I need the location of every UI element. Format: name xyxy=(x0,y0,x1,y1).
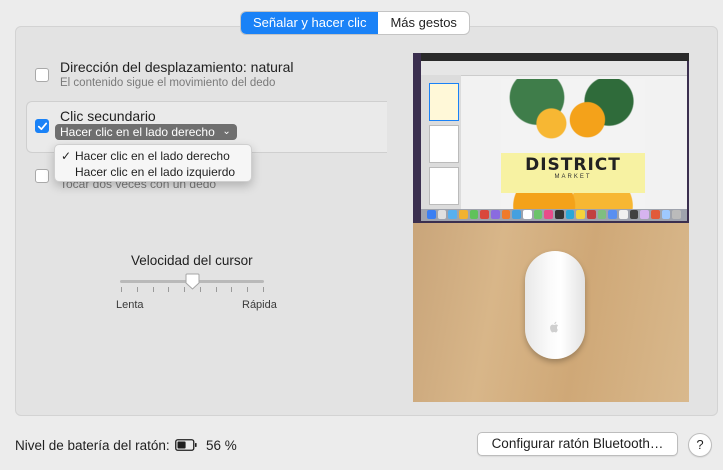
scroll-direction-title: Dirección del desplazamiento: natural xyxy=(60,59,294,75)
menu-item-label: Hacer clic en el lado derecho xyxy=(75,149,230,163)
dock-app-icon xyxy=(501,210,511,219)
tab-more-gestures[interactable]: Más gestos xyxy=(378,12,468,34)
dock-app-icon xyxy=(608,210,618,219)
cursor-speed-title: Velocidad del cursor xyxy=(131,253,253,268)
thumbnail-page xyxy=(429,83,459,121)
popup-selected-value: Hacer clic en el lado derecho xyxy=(60,125,215,139)
dock-app-icon xyxy=(555,210,564,219)
slider-tick xyxy=(263,287,264,292)
poster-band: DISTRICT MARKET xyxy=(501,153,645,193)
tab-bar: Señalar y hacer clic Más gestos xyxy=(241,12,469,34)
slider-tick xyxy=(247,287,248,292)
checkmark-icon xyxy=(37,122,48,131)
menu-item-left-click[interactable]: Hacer clic en el lado izquierdo xyxy=(55,164,251,180)
slider-tick xyxy=(216,287,217,292)
preview-desk xyxy=(413,223,689,402)
slider-tick xyxy=(231,287,232,292)
setup-bluetooth-mouse-button[interactable]: Configurar ratón Bluetooth… xyxy=(477,432,678,456)
dock-app-icon xyxy=(576,210,586,219)
poster-title: DISTRICT xyxy=(525,155,621,175)
dock-app-icon xyxy=(469,210,479,219)
battery-label: Nivel de batería del ratón: xyxy=(15,438,170,453)
dock-app-icon xyxy=(448,210,458,219)
smart-zoom-checkbox[interactable] xyxy=(35,169,49,183)
dock-app-icon xyxy=(587,210,596,219)
thumbnail-page xyxy=(429,125,459,163)
dock-app-icon xyxy=(640,210,650,219)
dock-app-icon xyxy=(523,210,532,219)
dock-app-icon xyxy=(661,210,671,219)
dock-app-icon xyxy=(544,210,554,219)
dock-app-icon xyxy=(565,210,575,219)
dock-app-icon xyxy=(672,210,682,219)
poster-image xyxy=(501,79,645,153)
dock-app-icon xyxy=(629,210,639,219)
slider-min-label: Lenta xyxy=(116,299,144,311)
preview-screen: DISTRICT MARKET xyxy=(413,53,689,223)
cursor-speed-thumb[interactable] xyxy=(185,273,200,290)
menu-item-label: Hacer clic en el lado izquierdo xyxy=(75,165,236,179)
secondary-click-menu: ✓ Hacer clic en el lado derecho Hacer cl… xyxy=(54,144,252,182)
dock-app-icon xyxy=(459,210,468,219)
preview-menubar xyxy=(421,53,689,61)
thumbnail-page xyxy=(429,167,459,205)
dock-app-icon xyxy=(491,210,500,219)
scroll-direction-checkbox[interactable] xyxy=(35,68,49,82)
help-button[interactable]: ? xyxy=(688,433,712,457)
dock-app-icon xyxy=(427,210,436,219)
apple-logo-icon xyxy=(550,321,559,333)
secondary-click-checkbox[interactable] xyxy=(35,119,49,133)
tab-point-and-click[interactable]: Señalar y hacer clic xyxy=(241,12,379,34)
dock-app-icon xyxy=(651,210,660,219)
scroll-direction-subtitle: El contenido sigue el movimiento del ded… xyxy=(60,77,276,89)
preview-poster: DISTRICT MARKET xyxy=(501,79,645,209)
gesture-preview: DISTRICT MARKET xyxy=(413,53,689,402)
slider-tick xyxy=(137,287,138,292)
preview-thumbnails xyxy=(421,75,461,209)
chevron-down-icon: ⌄ xyxy=(222,126,231,137)
checkmark-icon: ✓ xyxy=(61,149,72,163)
preview-dock xyxy=(421,209,687,221)
slider-tick xyxy=(153,287,154,292)
dock-app-icon xyxy=(480,210,490,219)
preview-toolbar xyxy=(421,61,687,76)
slider-max-label: Rápida xyxy=(242,299,277,311)
dock-app-icon xyxy=(533,210,543,219)
poster-subtitle: MARKET xyxy=(554,174,592,180)
preview-window: DISTRICT MARKET xyxy=(421,61,687,209)
battery-icon xyxy=(175,439,197,451)
dock-app-icon xyxy=(597,210,607,219)
battery-value: 56 % xyxy=(206,438,237,453)
menu-item-right-click[interactable]: ✓ Hacer clic en el lado derecho xyxy=(55,148,251,164)
dock-app-icon xyxy=(619,210,628,219)
secondary-click-title: Clic secundario xyxy=(60,108,156,124)
poster-bottom-image xyxy=(501,193,645,209)
slider-tick xyxy=(200,287,201,292)
dock-app-icon xyxy=(437,210,447,219)
dock-app-icon xyxy=(512,210,522,219)
magic-mouse xyxy=(525,251,585,359)
secondary-click-popup[interactable]: Hacer clic en el lado derecho ⌄ xyxy=(55,124,237,140)
slider-tick xyxy=(168,287,169,292)
slider-tick xyxy=(121,287,122,292)
